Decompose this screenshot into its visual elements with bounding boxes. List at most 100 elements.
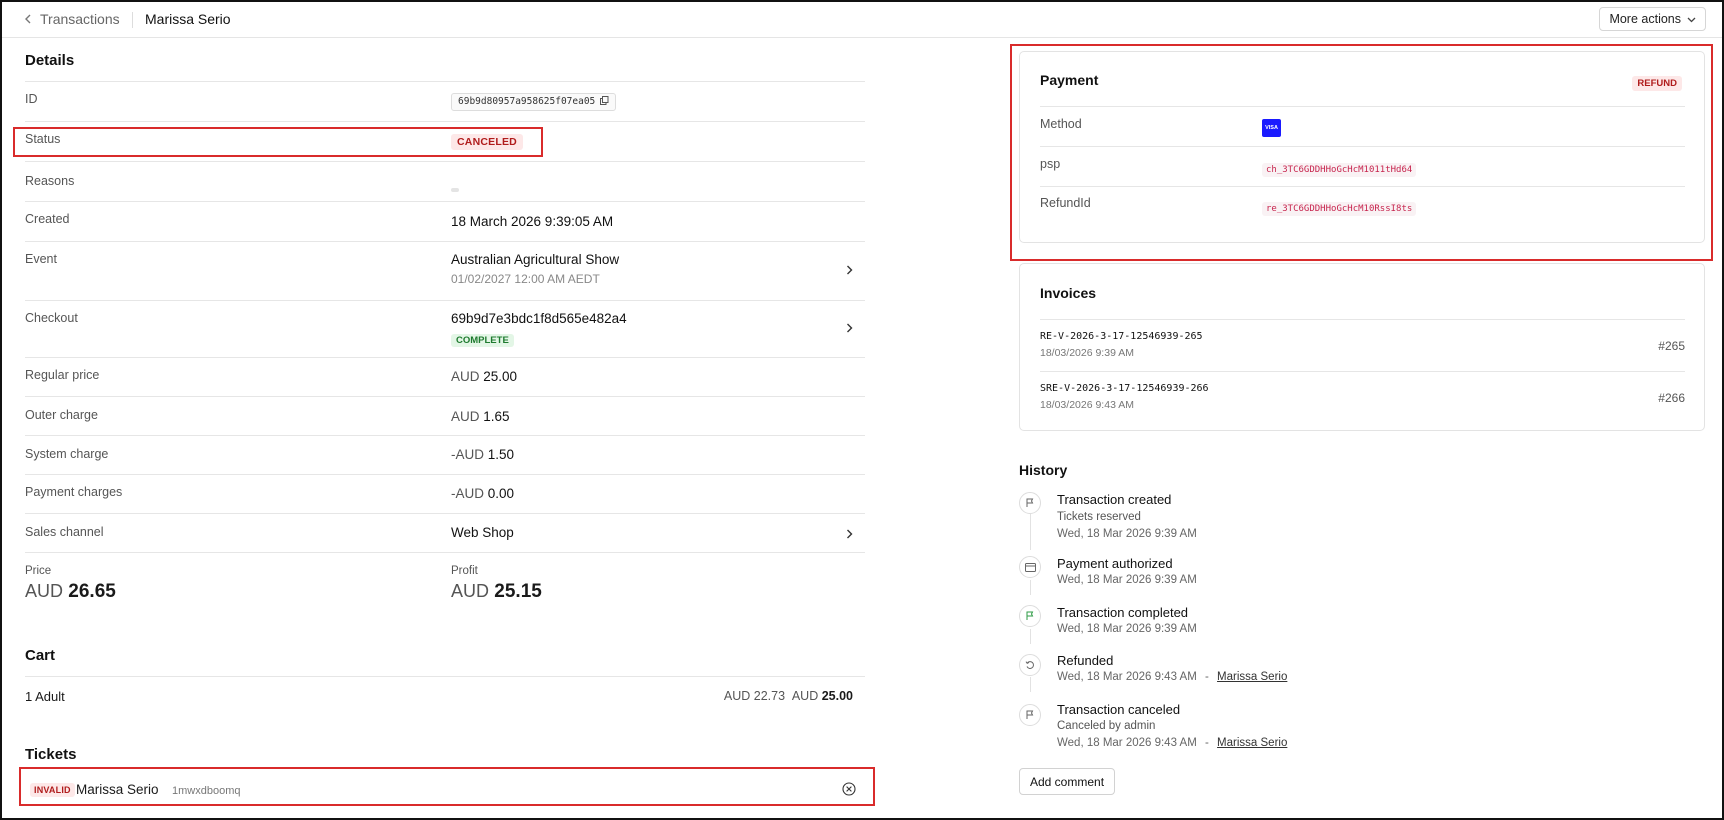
created-label: Created xyxy=(25,212,70,226)
history-date-line: Wed, 18 Mar 2026 9:43 AM - Marissa Serio xyxy=(1057,737,1287,749)
back-link[interactable]: Transactions xyxy=(24,11,120,27)
history-title: Payment authorized xyxy=(1057,556,1173,571)
invoice-id[interactable]: RE-V-2026-3-17-12546939-265 xyxy=(1040,331,1203,342)
history-title: Transaction created xyxy=(1057,492,1172,507)
sales-channel-value[interactable]: Web Shop xyxy=(451,525,514,540)
detail-row-checkout[interactable]: Checkout 69b9d7e3bdc1f8d565e482a4 COMPLE… xyxy=(25,300,865,357)
payment-heading: Payment xyxy=(1040,72,1099,88)
history-date-line: Wed, 18 Mar 2026 9:43 AM - Marissa Serio xyxy=(1057,671,1287,683)
totals-row: Price AUD 26.65 Profit AUD 25.15 xyxy=(25,552,865,608)
outer-charge-label: Outer charge xyxy=(25,408,98,422)
currency: AUD xyxy=(451,409,480,424)
currency: -AUD xyxy=(451,486,484,501)
price-value: AUD 26.65 xyxy=(25,581,116,603)
currency: AUD xyxy=(25,581,64,601)
copy-icon[interactable] xyxy=(600,95,609,108)
cart-item: 1 Adult AUD 22.73 AUD 25.00 xyxy=(25,676,865,716)
history-separator: - xyxy=(1205,737,1209,749)
system-charge-value: -AUD 1.50 xyxy=(451,447,514,462)
invoice-row[interactable]: RE-V-2026-3-17-12546939-265 18/03/2026 9… xyxy=(1040,319,1685,371)
id-chip[interactable]: 69b9d80957a958625f07ea05 xyxy=(451,92,617,111)
checkout-id[interactable]: 69b9d7e3bdc1f8d565e482a4 xyxy=(451,311,627,326)
invoice-id[interactable]: SRE-V-2026-3-17-12546939-266 xyxy=(1040,383,1209,394)
checkout-label: Checkout xyxy=(25,311,78,325)
flag-icon xyxy=(1019,704,1041,726)
reasons-label: Reasons xyxy=(25,174,75,188)
more-actions-button[interactable]: More actions xyxy=(1599,7,1706,31)
checkout-status-badge: COMPLETE xyxy=(451,334,514,347)
cart-item-qty: 1 xyxy=(25,689,33,704)
invoice-date: 18/03/2026 9:43 AM xyxy=(1040,399,1134,411)
history-separator: - xyxy=(1205,671,1209,683)
event-name[interactable]: Australian Agricultural Show xyxy=(451,252,619,267)
top-bar: Transactions Marissa Serio More actions xyxy=(2,2,1722,38)
breadcrumb-divider xyxy=(132,12,133,28)
detail-row-event[interactable]: Event Australian Agricultural Show 01/02… xyxy=(25,241,865,300)
refundid-value: re_3TC6GDDHHoGcHcM10RssI8ts xyxy=(1262,199,1417,216)
cart-item-total: 25.00 xyxy=(821,689,853,703)
currency: -AUD xyxy=(451,447,484,462)
regular-price-value: AUD 25.00 xyxy=(451,369,517,384)
method-label: Method xyxy=(1040,117,1082,131)
detail-row-sales-channel[interactable]: Sales channel Web Shop xyxy=(25,513,865,552)
timeline-connector xyxy=(1030,514,1031,550)
chevron-down-icon xyxy=(1687,12,1696,26)
payment-refundid-row: RefundId re_3TC6GDDHHoGcHcM10RssI8ts xyxy=(1040,186,1685,226)
regular-price-label: Regular price xyxy=(25,368,100,382)
payment-charges-value: -AUD 0.00 xyxy=(451,486,514,501)
invoices-card: Invoices RE-V-2026-3-17-12546939-265 18/… xyxy=(1019,263,1705,431)
payment-charges-label: Payment charges xyxy=(25,485,123,499)
amount: 26.65 xyxy=(68,581,116,602)
reasons-empty xyxy=(451,180,459,195)
history-sub: Canceled by admin xyxy=(1057,720,1156,732)
page-title: Marissa Serio xyxy=(145,11,231,27)
checkout-status: COMPLETE xyxy=(451,331,514,347)
history-date: Wed, 18 Mar 2026 9:39 AM xyxy=(1057,623,1197,635)
chevron-right-icon[interactable] xyxy=(846,320,853,336)
id-label: ID xyxy=(25,92,38,106)
payment-psp-row: psp ch_3TC6GDDHHoGcHcM1011tHd64 xyxy=(1040,146,1685,186)
invoices-heading: Invoices xyxy=(1040,285,1097,301)
created-value: 18 March 2026 9:39:05 AM xyxy=(451,214,614,229)
id-value: 69b9d80957a958625f07ea05 xyxy=(451,92,617,111)
history-title: Transaction canceled xyxy=(1057,702,1181,717)
refundid-code: re_3TC6GDDHHoGcHcM10RssI8ts xyxy=(1262,202,1417,216)
outer-charge-value: AUD 1.65 xyxy=(451,409,510,424)
ticket-highlight xyxy=(19,767,875,806)
invoice-row[interactable]: SRE-V-2026-3-17-12546939-266 18/03/2026 … xyxy=(1040,371,1685,423)
credit-card-icon xyxy=(1019,556,1041,578)
psp-label: psp xyxy=(1040,157,1061,171)
price-label: Price xyxy=(25,565,52,577)
history-date: Wed, 18 Mar 2026 9:43 AM xyxy=(1057,737,1197,749)
timeline-connector xyxy=(1030,629,1031,644)
invoice-number: #266 xyxy=(1658,391,1685,405)
undo-icon xyxy=(1019,654,1041,676)
cart-item-prices: AUD 22.73 AUD 25.00 xyxy=(724,689,853,703)
detail-row-regular-price: Regular price AUD 25.00 xyxy=(25,357,865,396)
payment-type-badge: REFUND xyxy=(1632,76,1682,91)
amount: 25.15 xyxy=(494,581,542,602)
history-user-link[interactable]: Marissa Serio xyxy=(1217,671,1287,683)
chevron-right-icon[interactable] xyxy=(846,262,853,278)
amount: 0.00 xyxy=(487,486,515,501)
profit-value: AUD 25.15 xyxy=(451,581,542,603)
timeline-connector xyxy=(1030,677,1031,692)
sales-channel-label: Sales channel xyxy=(25,525,104,539)
detail-row-reasons: Reasons xyxy=(25,161,865,201)
cart-item-name: 1 Adult xyxy=(25,689,65,704)
history-user-link[interactable]: Marissa Serio xyxy=(1217,737,1287,749)
add-comment-button[interactable]: Add comment xyxy=(1019,768,1116,795)
amount: 25.00 xyxy=(483,369,518,384)
flag-icon xyxy=(1019,492,1041,514)
history-date: Wed, 18 Mar 2026 9:39 AM xyxy=(1057,574,1197,586)
currency: AUD xyxy=(791,689,819,703)
flag-icon xyxy=(1019,605,1041,627)
psp-code: ch_3TC6GDDHHoGcHcM1011tHd64 xyxy=(1262,163,1417,177)
details-heading: Details xyxy=(25,52,75,69)
chevron-right-icon[interactable] xyxy=(846,526,853,542)
detail-row-created: Created 18 March 2026 9:39:05 AM xyxy=(25,201,865,241)
history-title: Transaction completed xyxy=(1057,605,1189,620)
event-date: 01/02/2027 12:00 AM AEDT xyxy=(451,272,600,286)
history-date: Wed, 18 Mar 2026 9:43 AM xyxy=(1057,671,1197,683)
detail-row-payment-charges: Payment charges -AUD 0.00 xyxy=(25,474,865,513)
